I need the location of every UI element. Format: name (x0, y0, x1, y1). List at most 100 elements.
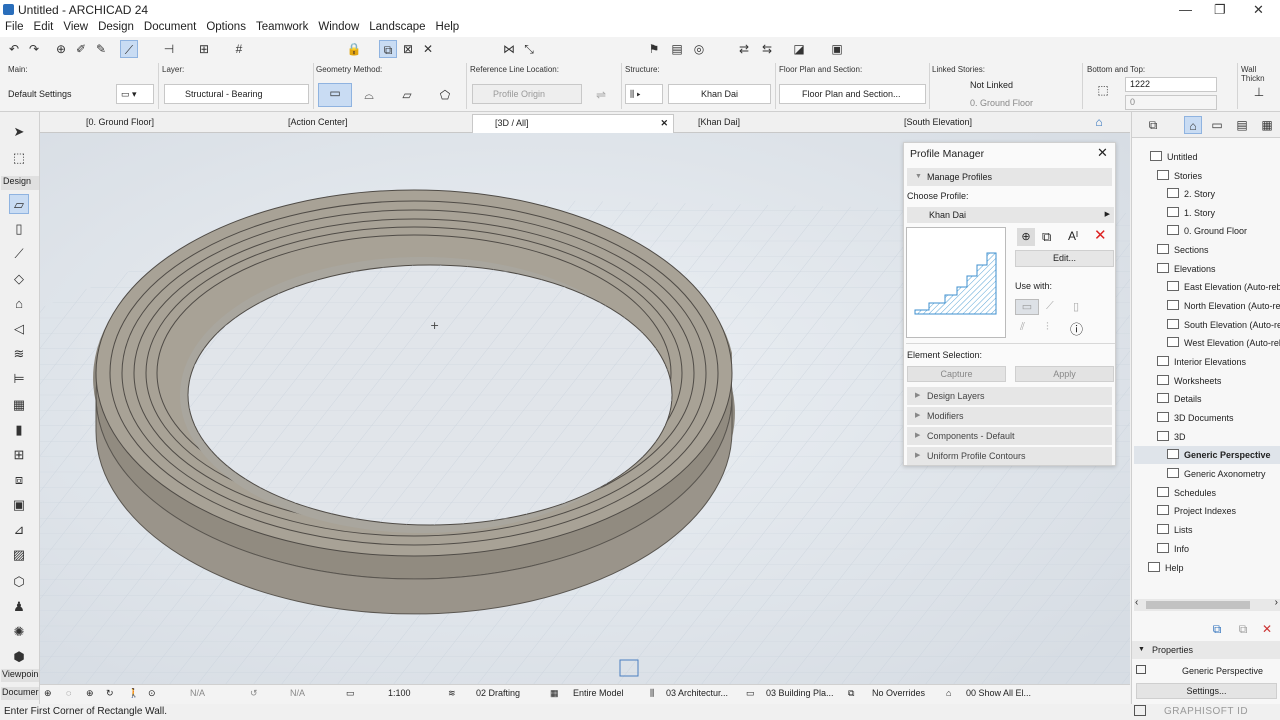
object-library-icon[interactable]: ♟ (9, 597, 29, 617)
new-view-icon[interactable]: ⧉ (1208, 620, 1226, 638)
scale-value[interactable]: 1:100 (388, 688, 411, 698)
info-icon[interactable]: ⓘ (1070, 319, 1083, 338)
rename-profile-icon[interactable]: Aᴵ (1068, 229, 1078, 243)
floor-plan-section-button[interactable]: Floor Plan and Section... (779, 84, 926, 104)
column-tool-icon[interactable]: ▯ (9, 219, 29, 239)
nav-interior-elevations[interactable]: Interior Elevations (1157, 353, 1280, 371)
nav-3d-documents[interactable]: 3D Documents (1157, 409, 1280, 427)
redo-icon[interactable]: ↷ (25, 40, 43, 58)
menu-design[interactable]: Design (93, 19, 139, 35)
trapezoid-wall-icon[interactable]: ▱ (398, 86, 416, 104)
properties-view-name[interactable]: Generic Perspective (1182, 666, 1263, 676)
layout-book-icon[interactable]: ▤ (1233, 116, 1251, 134)
nav-east-elevation[interactable]: East Elevation (Auto-rebu (1167, 278, 1280, 296)
slab-tool-icon[interactable]: ◇ (9, 269, 29, 289)
use-with-wall-icon[interactable]: ▭ (1015, 299, 1039, 315)
tab-3d-all[interactable]: [3D / All] ✕ (472, 114, 674, 133)
scroll-left-icon[interactable]: ‹ (1135, 597, 1138, 608)
zone-tool-icon[interactable]: ⊿ (9, 520, 29, 540)
undo-icon[interactable]: ↶ (5, 40, 23, 58)
zoom-out-icon[interactable]: ◌ (66, 688, 71, 698)
nav-west-elevation[interactable]: West Elevation (Auto-reb (1167, 334, 1280, 352)
curved-wall-icon[interactable]: ⌓ (360, 86, 378, 104)
adjust-icon[interactable]: ⤡ (520, 40, 538, 58)
layout-icon[interactable]: ⚑ (645, 40, 663, 58)
profile-selector[interactable]: Khan Dai (668, 84, 771, 104)
menu-window[interactable]: Window (313, 19, 364, 35)
scrollbar-thumb[interactable] (1146, 601, 1250, 609)
close-icon[interactable]: ✕ (1253, 2, 1264, 18)
status-window-icon[interactable] (1134, 705, 1146, 716)
rectangle-wall-selector[interactable]: ▭ ▾ (116, 84, 154, 104)
use-with-beam-icon[interactable]: ⟋ (1046, 300, 1054, 313)
modifiers-panel[interactable]: ▶ Modifiers (907, 407, 1112, 425)
stair-tool-icon[interactable]: ≋ (9, 344, 29, 364)
use-with-railing-icon[interactable]: ⫽ (1020, 321, 1025, 334)
edit-profile-button[interactable]: Edit... (1015, 250, 1114, 267)
nav-lists[interactable]: ›Lists (1157, 521, 1280, 539)
zoom-in-icon[interactable]: ⊕ (44, 688, 52, 699)
menu-options[interactable]: Options (201, 19, 251, 35)
new-profile-icon[interactable]: ⊕ (1017, 228, 1035, 246)
tab-ground-floor[interactable]: [0. Ground Floor] (64, 114, 264, 133)
flip-reference-icon[interactable]: ⇌ (588, 86, 614, 104)
settings-button[interactable]: Settings... (1136, 683, 1277, 699)
bimx-icon[interactable]: ▣ (828, 40, 846, 58)
selection-settings-icon[interactable]: ◎ (690, 40, 708, 58)
tab-south-elevation[interactable]: [South Elevation] (882, 114, 1082, 133)
delete-profile-icon[interactable]: ✕ (1094, 226, 1107, 244)
snap-guides-icon[interactable]: ⊣ (160, 40, 178, 58)
menu-edit[interactable]: Edit (29, 19, 59, 35)
walk-icon[interactable]: 🚶 (128, 688, 139, 699)
close-palette-icon[interactable]: ✕ (1097, 145, 1108, 161)
properties-header[interactable]: ▼ Properties (1132, 641, 1280, 659)
nav-north-elevation[interactable]: North Elevation (Auto-rel (1167, 297, 1280, 315)
nav-1-story[interactable]: 1. Story (1167, 204, 1280, 222)
layer-selector[interactable]: Structural - Bearing (164, 84, 309, 104)
rotation-value[interactable]: N/A (290, 688, 305, 698)
pick-up-icon[interactable]: ⊕ (52, 40, 70, 58)
zoom-icon[interactable]: ⊙ (148, 688, 156, 699)
more-tools-icon[interactable]: ⬢ (9, 647, 29, 667)
components-panel[interactable]: ▶ Components - Default (907, 427, 1112, 445)
railing-tool-icon[interactable]: ⊨ (9, 369, 29, 389)
grid-snap-icon[interactable]: # (230, 40, 248, 58)
orbit-icon[interactable]: ↻ (106, 688, 114, 699)
menu-document[interactable]: Document (139, 19, 201, 35)
use-with-handrail-icon[interactable]: ⫶ (1046, 321, 1049, 334)
model-view-value[interactable]: Entire Model (573, 688, 624, 698)
default-settings-label[interactable]: Default Settings (8, 89, 72, 99)
top-link-value[interactable]: Not Linked (970, 80, 1013, 90)
publisher-icon[interactable]: ▦ (1258, 116, 1276, 134)
arrow-tool-icon[interactable]: ➤ (9, 122, 29, 142)
scroll-right-icon[interactable]: › (1275, 597, 1278, 608)
nav-elevations[interactable]: ⌄Elevations (1157, 260, 1280, 278)
gravity-icon[interactable]: ⊞ (195, 40, 213, 58)
nav-sections[interactable]: Sections (1157, 241, 1280, 259)
minimize-icon[interactable]: — (1179, 2, 1192, 17)
nav-untitled[interactable]: ⌄Untitled (1150, 148, 1280, 166)
dimension-value[interactable]: 03 Building Pla... (766, 688, 834, 698)
capture-button[interactable]: Capture (907, 366, 1006, 382)
graphisoft-id-label[interactable]: GRAPHISOFT ID (1164, 706, 1248, 717)
morph-tool-icon[interactable]: ⬡ (9, 572, 29, 592)
cutting-plane-value[interactable]: N/A (190, 688, 205, 698)
nav-project-indexes[interactable]: ›Project Indexes (1157, 502, 1280, 520)
close-tab-icon[interactable]: ✕ (660, 115, 668, 132)
straight-wall-icon[interactable]: ▭ (318, 83, 352, 107)
nav-schedules[interactable]: ›Schedules (1157, 484, 1280, 502)
bottom-height-input[interactable]: 0 (1125, 95, 1217, 110)
manage-profiles-section[interactable]: ▼ Manage Profiles (907, 168, 1112, 186)
mvo-value[interactable]: 03 Architectur... (666, 688, 728, 698)
nav-details[interactable]: Details (1157, 390, 1280, 408)
project-map-icon[interactable]: ⌂ (1184, 116, 1202, 134)
duplicate-profile-icon[interactable]: ⧉ (1042, 229, 1051, 245)
nav-ground-floor[interactable]: 0. Ground Floor (1167, 222, 1280, 240)
menu-landscape[interactable]: Landscape (364, 19, 430, 35)
uniform-profile-contours-panel[interactable]: ▶ Uniform Profile Contours (907, 447, 1112, 465)
nav-generic-axonometry[interactable]: Generic Axonometry (1167, 465, 1280, 483)
tab-khan-dai[interactable]: [Khan Dai] (676, 114, 876, 133)
profile-dropdown[interactable]: Khan Dai ▶ (907, 207, 1114, 223)
view-map-icon[interactable]: ▭ (1208, 116, 1226, 134)
nav-info[interactable]: ›Info (1157, 540, 1280, 558)
